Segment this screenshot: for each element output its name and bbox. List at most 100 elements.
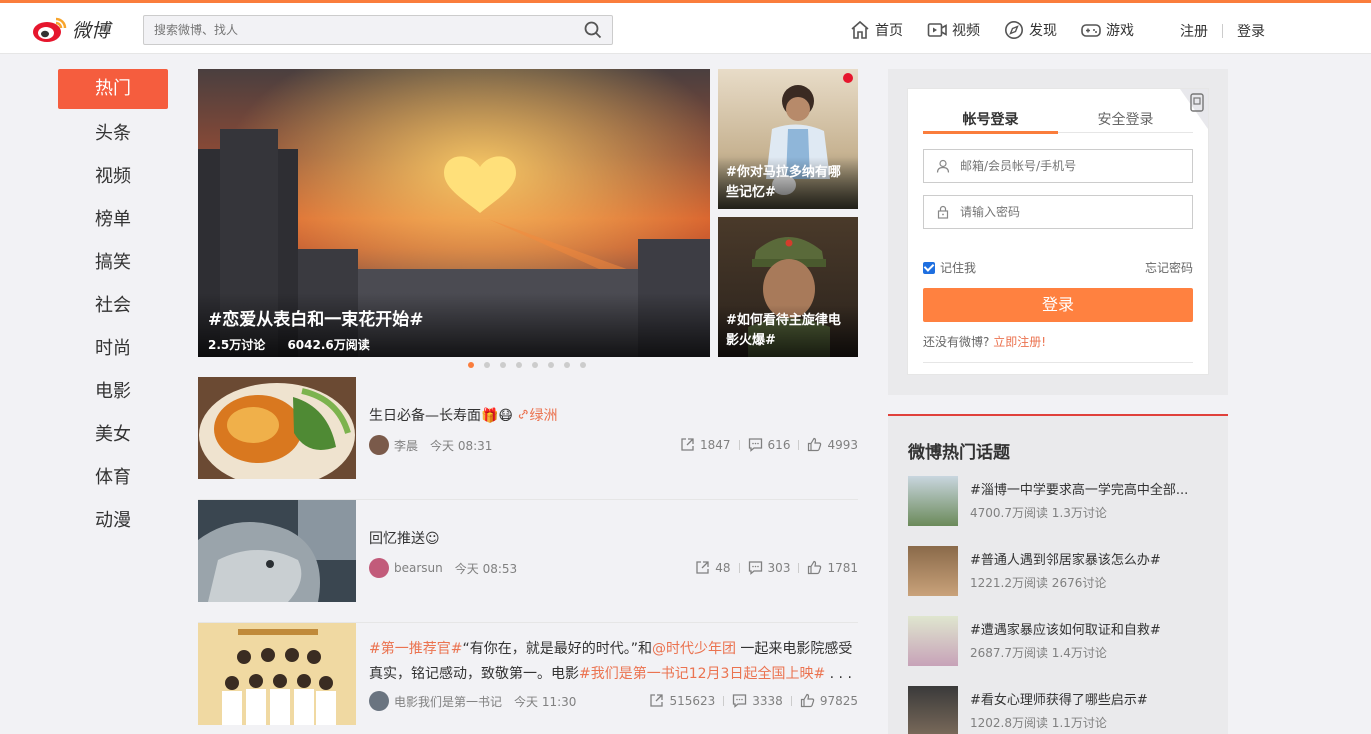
tab-account-login[interactable]: 帐号登录 — [923, 109, 1058, 134]
feed-title[interactable]: 回忆推送☺ — [369, 528, 440, 548]
avatar[interactable] — [369, 558, 389, 578]
carousel-side-slide-2[interactable]: #如何看待主旋律电影火爆# — [718, 217, 858, 357]
comment-button[interactable]: 303 — [748, 560, 790, 575]
carousel-main-slide[interactable]: #恋爱从表白和一束花开始# 2.5万讨论 6042.6万阅读 — [198, 69, 710, 357]
feed-author[interactable]: 李晨 — [394, 437, 418, 454]
auth-links: 注册 登录 — [1180, 21, 1265, 41]
hot-topics-panel: 微博热门话题 #淄博一中学要求高一学完高中全部... 4700.7万阅读 1.3… — [888, 414, 1228, 734]
weibo-logo-icon — [33, 17, 67, 42]
feed-title[interactable]: #第一推荐官#“有你在，就是最好的时代。”和@时代少年团 一起来电影院感受真实，… — [369, 637, 857, 687]
carousel-dot-8[interactable] — [580, 362, 586, 368]
search-input[interactable] — [144, 16, 564, 44]
topic-item[interactable]: #遭遇家暴应该如何取证和自救# 2687.7万阅读 1.4万讨论 — [908, 616, 1218, 666]
share-icon — [696, 561, 709, 574]
carousel-dot-2[interactable] — [484, 362, 490, 368]
carousel-side-slide-1[interactable]: #你对马拉多纳有哪些记忆# — [718, 69, 858, 209]
carousel-main-title[interactable]: #恋爱从表白和一束花开始# — [208, 305, 700, 330]
category-fashion[interactable]: 时尚 — [58, 327, 168, 370]
share-button[interactable]: 515623 — [649, 693, 715, 708]
share-button[interactable]: 1847 — [680, 437, 731, 452]
topic-name[interactable]: #看女心理师获得了哪些启示# — [970, 689, 1205, 708]
feed-author[interactable]: bearsun — [394, 561, 443, 575]
category-beauty[interactable]: 美女 — [58, 413, 168, 456]
nav-discover[interactable]: 发现 — [1004, 20, 1057, 40]
category-hot[interactable]: 热门 — [58, 69, 168, 109]
carousel-dot-3[interactable] — [500, 362, 506, 368]
carousel-dot-1[interactable] — [468, 362, 474, 368]
category-society[interactable]: 社会 — [58, 284, 168, 327]
link-icon — [519, 409, 529, 419]
feed-item[interactable]: 回忆推送☺ bearsun 今天 08:53 48 303 1781 — [198, 500, 858, 623]
like-button[interactable]: 1781 — [807, 560, 858, 575]
topic-thumbnail[interactable] — [908, 686, 958, 734]
avatar[interactable] — [369, 435, 389, 455]
topic-thumbnail[interactable] — [908, 476, 958, 526]
password-input[interactable] — [960, 205, 1180, 219]
topic-name[interactable]: #遭遇家暴应该如何取证和自救# — [970, 619, 1205, 638]
tab-secure-login[interactable]: 安全登录 — [1058, 109, 1193, 133]
carousel-dot-6[interactable] — [548, 362, 554, 368]
topic-item[interactable]: #淄博一中学要求高一学完高中全部... 4700.7万阅读 1.3万讨论 — [908, 476, 1218, 526]
login-button[interactable]: 登录 — [923, 288, 1193, 322]
feed-title-text: “有你在，就是最好的时代。”和 — [462, 641, 652, 657]
mention-link[interactable]: @时代少年团 — [652, 641, 736, 657]
location-link[interactable]: 绿洲 — [517, 408, 557, 424]
topic-meta: 2687.7万阅读 1.4万讨论 — [970, 646, 1107, 660]
comment-button[interactable]: 616 — [748, 437, 791, 452]
remember-checkbox[interactable] — [923, 261, 935, 274]
feed-thumbnail-cat[interactable] — [198, 500, 356, 602]
carousel-main-stats: 2.5万讨论 6042.6万阅读 — [208, 336, 700, 353]
feed-thumbnail-movie-poster[interactable] — [198, 623, 356, 725]
category-headlines[interactable]: 头条 — [58, 112, 168, 155]
carousel-dot-5[interactable] — [532, 362, 538, 368]
nav-home[interactable]: 首页 — [850, 20, 903, 40]
share-button[interactable]: 48 — [695, 560, 731, 575]
feed-title[interactable]: 生日必备—长寿面🎁😷 绿洲 — [369, 405, 557, 425]
topic-name[interactable]: #淄博一中学要求高一学完高中全部... — [970, 479, 1205, 498]
category-video[interactable]: 视频 — [58, 155, 168, 198]
feed-stats: 1847 616 4993 — [680, 437, 858, 452]
category-sports[interactable]: 体育 — [58, 456, 168, 499]
nav-games[interactable]: 游戏 — [1081, 20, 1134, 40]
top-nav: 首页 视频 发现 游戏 — [850, 18, 1158, 42]
like-count: 97825 — [819, 693, 858, 708]
feed-thumbnail-noodles[interactable] — [198, 377, 356, 479]
comment-count: 616 — [767, 437, 791, 452]
register-link[interactable]: 注册 — [1180, 21, 1208, 41]
feed-author[interactable]: 电影我们是第一书记 — [394, 693, 502, 710]
username-input[interactable] — [960, 159, 1180, 173]
feed-item[interactable]: #第一推荐官#“有你在，就是最好的时代。”和@时代少年团 一起来电影院感受真实，… — [198, 623, 858, 734]
no-account-text: 还没有微博? — [923, 335, 990, 349]
comment-button[interactable]: 3338 — [732, 693, 783, 708]
avatar[interactable] — [369, 691, 389, 711]
carousel-side-caption-2[interactable]: #如何看待主旋律电影火爆# — [718, 305, 858, 357]
register-now-link[interactable]: 立即注册! — [993, 335, 1046, 349]
stat-divider — [790, 695, 792, 706]
topic-link[interactable]: #第一推荐官# — [369, 641, 462, 657]
username-field-wrap — [923, 149, 1193, 183]
category-rankings[interactable]: 榜单 — [58, 198, 168, 241]
topic-item[interactable]: #看女心理师获得了哪些启示# 1202.8万阅读 1.1万讨论 — [908, 686, 1218, 734]
search-icon[interactable] — [584, 21, 602, 39]
category-funny[interactable]: 搞笑 — [58, 241, 168, 284]
carousel-side-caption-1[interactable]: #你对马拉多纳有哪些记忆# — [718, 157, 858, 209]
topic-thumbnail[interactable] — [908, 616, 958, 666]
remember-me[interactable]: 记住我 — [923, 259, 976, 276]
feed-item[interactable]: 生日必备—长寿面🎁😷 绿洲 李晨 今天 08:31 1847 616 4993 — [198, 377, 858, 500]
login-box: 帐号登录 安全登录 记住我 忘记密码 登录 还没有微博? 立即注册! — [907, 88, 1209, 375]
carousel-main-discuss: 2.5万讨论 — [208, 338, 266, 352]
nav-video[interactable]: 视频 — [927, 20, 980, 40]
login-link[interactable]: 登录 — [1237, 21, 1265, 41]
like-button[interactable]: 97825 — [800, 693, 858, 708]
topic-link[interactable]: #我们是第一书记12月3日起全国上映# — [579, 666, 825, 682]
category-anime[interactable]: 动漫 — [58, 499, 168, 542]
forgot-password-link[interactable]: 忘记密码 — [1145, 259, 1193, 276]
carousel-dot-7[interactable] — [564, 362, 570, 368]
category-movies[interactable]: 电影 — [58, 370, 168, 413]
topic-item[interactable]: #普通人遇到邻居家暴该怎么办# 1221.2万阅读 2676讨论 — [908, 546, 1218, 596]
topic-name[interactable]: #普通人遇到邻居家暴该怎么办# — [970, 549, 1205, 568]
topic-thumbnail[interactable] — [908, 546, 958, 596]
weibo-logo[interactable]: 微博 — [32, 13, 110, 45]
carousel-dot-4[interactable] — [516, 362, 522, 368]
like-button[interactable]: 4993 — [807, 437, 858, 452]
